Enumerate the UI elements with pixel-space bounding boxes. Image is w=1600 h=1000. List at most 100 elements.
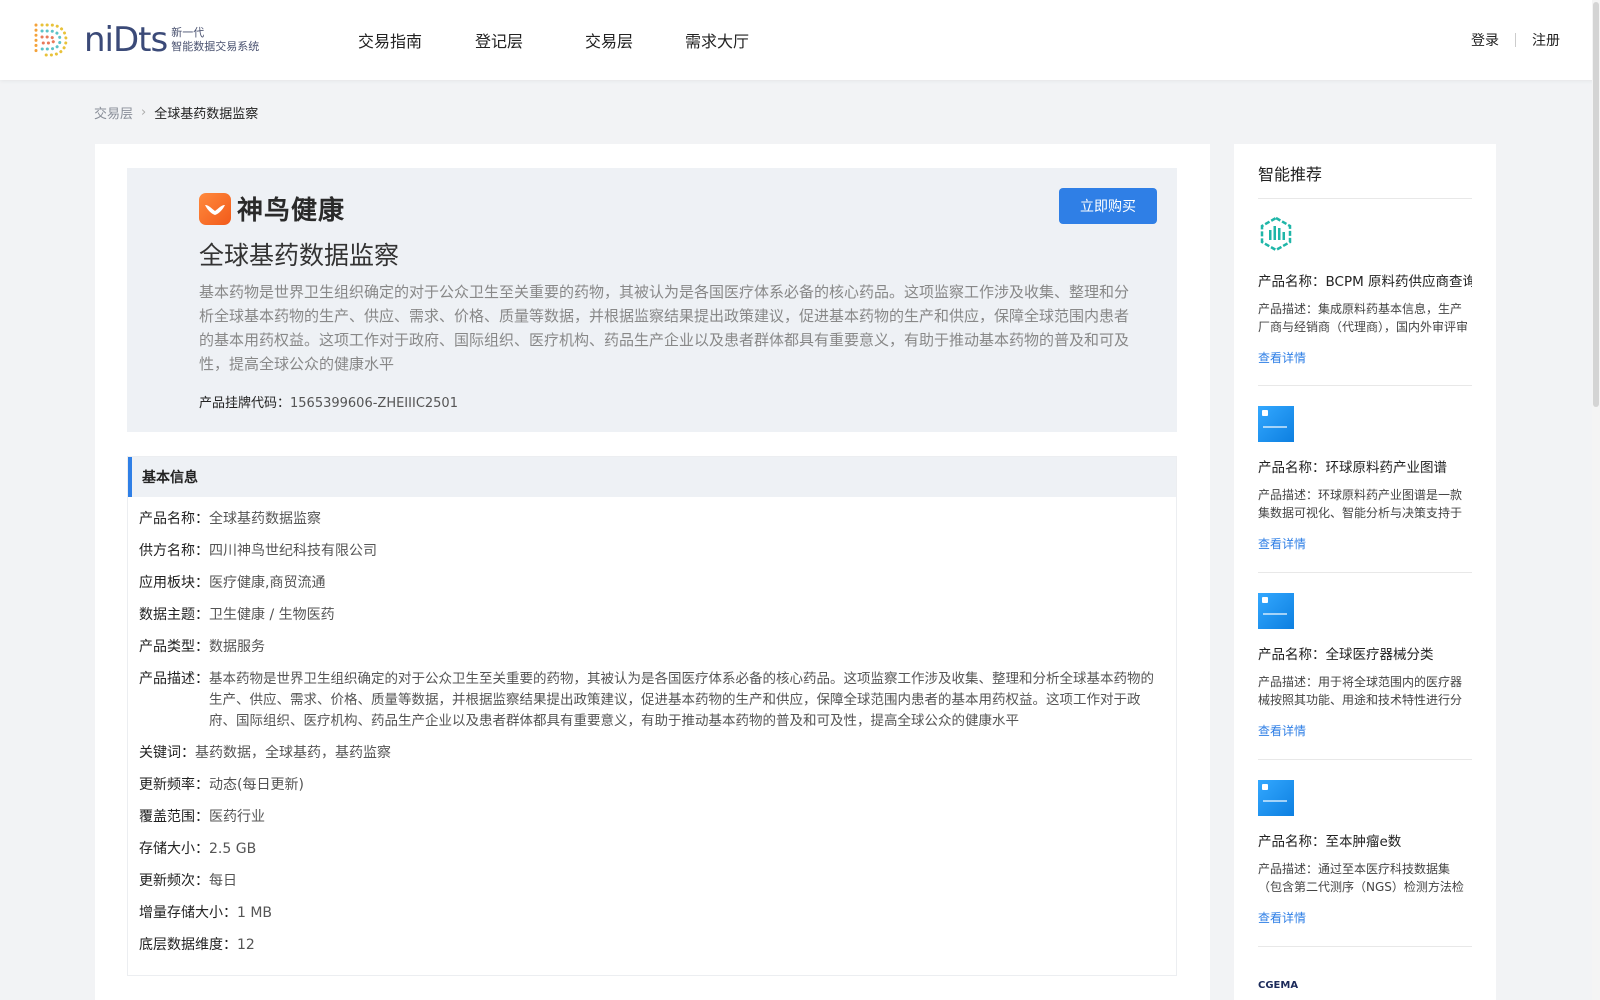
sidebar-divider [1258, 198, 1472, 199]
nav-trade-guide[interactable]: 交易指南 [358, 28, 475, 52]
provider-brand: 神鸟健康 [199, 190, 345, 227]
info-label: 存储大小： [139, 841, 209, 857]
listing-code: 产品挂牌代码：1565399606-ZHEIIIC2501 [199, 392, 458, 411]
auth-links: 登录 注册 [1471, 30, 1560, 50]
info-label: 底层数据维度： [139, 937, 237, 953]
product-hero: 神鸟健康 立即购买 全球基药数据监察 基本药物是世界卫生组织确定的对于公众卫生至… [127, 168, 1177, 432]
nav-trading-layer[interactable]: 交易层 [585, 28, 685, 52]
recommendation-desc: 产品描述：集成原料药基本信息，生产厂商与经销商（代理商），国内外审评审批等数据 [1258, 302, 1469, 334]
info-row-product-name: 产品名称： 全球基药数据监察 [139, 509, 1176, 530]
listing-code-label: 产品挂牌代码： [199, 396, 291, 411]
recommendation-item[interactable]: 产品名称：全球医疗器械分类 产品描述：用于将全球范围内的医疗器械按照其功能、用途… [1258, 593, 1472, 739]
info-value: 数据服务 [209, 639, 265, 655]
product-thumbnail [1258, 780, 1294, 816]
info-row-dimensions: 底层数据维度： 12 [139, 935, 1176, 956]
recommendation-item[interactable]: 产品名称：至本肿瘤e数 产品描述：通过至本医疗科技数据集（包含第二代测序（NGS… [1258, 780, 1472, 926]
view-details-link[interactable]: 查看详情 [1258, 909, 1472, 926]
register-link[interactable]: 注册 [1532, 30, 1560, 50]
basic-info-title: 基本信息 [128, 457, 1176, 497]
info-value: 12 [237, 937, 255, 953]
product-thumbnail [1258, 593, 1294, 629]
breadcrumb-separator-icon: › [141, 105, 147, 120]
logo-subtitle-2: 智能数据交易系统 [171, 40, 260, 53]
listing-code-value: 1565399606-ZHEIIIC2501 [290, 396, 458, 411]
buy-now-button[interactable]: 立即购买 [1059, 188, 1157, 224]
nav-demand-hall[interactable]: 需求大厅 [685, 28, 785, 52]
info-label: 关键词： [139, 745, 195, 761]
info-row-description: 产品描述： 基本药物是世界卫生组织确定的对于公众卫生至关重要的药物，其被认为是各国… [139, 669, 1176, 732]
view-details-link[interactable]: 查看详情 [1258, 535, 1472, 552]
info-value: 2.5 GB [209, 841, 257, 857]
sidebar-divider [1258, 572, 1472, 573]
info-row-coverage: 覆盖范围： 医药行业 [139, 807, 1176, 828]
recommendation-desc: 产品描述：通过至本医疗科技数据集（包含第二代测序（NGS）检测方法检测的数据） [1258, 862, 1464, 894]
site-logo[interactable]: niDts 新一代 智能数据交易系统 [30, 20, 259, 60]
info-value: 动态(每日更新) [209, 777, 304, 793]
breadcrumb-current: 全球基药数据监察 [154, 107, 259, 122]
info-label: 供方名称： [139, 543, 209, 559]
breadcrumb: 交易层 › 全球基药数据监察 [94, 103, 258, 122]
recommendation-name: 产品名称：BCPM 原料药供应商查询 [1258, 274, 1472, 290]
info-value: 四川神鸟世纪科技有限公司 [209, 543, 377, 559]
info-value: 卫生健康 / 生物医药 [209, 607, 335, 623]
info-label: 更新频次： [139, 873, 209, 889]
auth-divider [1515, 33, 1516, 47]
info-row-provider: 供方名称： 四川神鸟世纪科技有限公司 [139, 541, 1176, 562]
info-label: 数据主题： [139, 607, 209, 623]
info-value: 医药行业 [209, 809, 265, 825]
info-value: 基药数据，全球基药，基药监察 [195, 745, 391, 761]
recommendation-sidebar: 智能推荐 产品名称：BCPM 原料药供应商查询 产品描述：集成原料药基本信息，生… [1234, 144, 1496, 1000]
product-thumbnail [1258, 406, 1294, 442]
info-value: 医疗健康,商贸流通 [209, 575, 326, 591]
page-scrollbar[interactable] [1592, 0, 1600, 1000]
info-value: 每日 [209, 873, 237, 889]
recommendation-desc: 产品描述：环球原料药产业图谱是一款集数据可视化、智能分析与决策支持于一体的平台 [1258, 488, 1463, 520]
info-value: 全球基药数据监察 [209, 511, 321, 527]
recommendation-name: 产品名称：至本肿瘤e数 [1258, 834, 1402, 850]
top-header: niDts 新一代 智能数据交易系统 交易指南 登记层 交易层 需求大厅 登录 … [0, 0, 1600, 80]
info-label: 覆盖范围： [139, 809, 209, 825]
info-row-topic: 数据主题： 卫生健康 / 生物医药 [139, 605, 1176, 626]
sidebar-title: 智能推荐 [1258, 165, 1323, 184]
info-row-keywords: 关键词： 基药数据，全球基药，基药监察 [139, 743, 1176, 764]
provider-brand-name: 神鸟健康 [237, 196, 346, 226]
product-summary: 基本药物是世界卫生组织确定的对于公众卫生至关重要的药物，其被认为是各国医疗体系必… [199, 283, 1130, 373]
recommendation-desc: 产品描述：用于将全球范围内的医疗器械按照其功能、用途和技术特性进行分类的体系 [1258, 675, 1463, 707]
info-label: 应用板块： [139, 575, 209, 591]
nav-registration-layer[interactable]: 登记层 [475, 28, 585, 52]
recommendation-name: 产品名称：全球医疗器械分类 [1258, 647, 1434, 663]
bird-logo-icon [199, 192, 231, 225]
sidebar-divider [1258, 759, 1472, 760]
info-label: 更新频率： [139, 777, 209, 793]
info-row-type: 产品类型： 数据服务 [139, 637, 1176, 658]
sidebar-divider [1258, 946, 1472, 947]
logo-d-icon [34, 23, 68, 57]
info-row-sector: 应用板块： 医疗健康,商贸流通 [139, 573, 1176, 594]
info-value: 1 MB [237, 905, 273, 921]
info-label: 产品类型： [139, 639, 209, 655]
main-nav: 交易指南 登记层 交易层 需求大厅 [358, 28, 785, 52]
recommendation-item[interactable]: 产品名称：BCPM 原料药供应商查询 产品描述：集成原料药基本信息，生产厂商与经… [1258, 216, 1472, 366]
info-row-update-frequency: 更新频率： 动态(每日更新) [139, 775, 1176, 796]
logo-name: niDts [84, 20, 168, 60]
basic-info-section: 基本信息 产品名称： 全球基药数据监察 供方名称： 四川神鸟世纪科技有限公司 应用板… [127, 456, 1177, 976]
cgema-logo[interactable]: CGEMA [1258, 980, 1298, 991]
sidebar-divider [1258, 385, 1472, 386]
breadcrumb-parent[interactable]: 交易层 [94, 103, 133, 122]
product-detail-card: 神鸟健康 立即购买 全球基药数据监察 基本药物是世界卫生组织确定的对于公众卫生至… [95, 144, 1210, 1000]
info-row-incremental-size: 增量存储大小： 1 MB [139, 903, 1176, 924]
info-row-update-times: 更新频次： 每日 [139, 871, 1176, 892]
info-row-storage-size: 存储大小： 2.5 GB [139, 839, 1176, 860]
info-label: 产品名称： [139, 511, 209, 527]
product-title: 全球基药数据监察 [199, 241, 400, 270]
login-link[interactable]: 登录 [1471, 30, 1499, 50]
view-details-link[interactable]: 查看详情 [1258, 349, 1472, 366]
recommendation-item[interactable]: 产品名称：环球原料药产业图谱 产品描述：环球原料药产业图谱是一款集数据可视化、智… [1258, 406, 1472, 552]
info-value: 基本药物是世界卫生组织确定的对于公众卫生至关重要的药物，其被认为是各国医疗体系必… [209, 671, 1154, 729]
basic-info-list: 产品名称： 全球基药数据监察 供方名称： 四川神鸟世纪科技有限公司 应用板块： 医疗健… [128, 497, 1176, 956]
view-details-link[interactable]: 查看详情 [1258, 722, 1472, 739]
scrollbar-thumb[interactable] [1593, 2, 1599, 407]
hexagon-chart-icon [1260, 216, 1292, 252]
info-label: 增量存储大小： [139, 905, 237, 921]
info-label: 产品描述： [139, 671, 209, 687]
